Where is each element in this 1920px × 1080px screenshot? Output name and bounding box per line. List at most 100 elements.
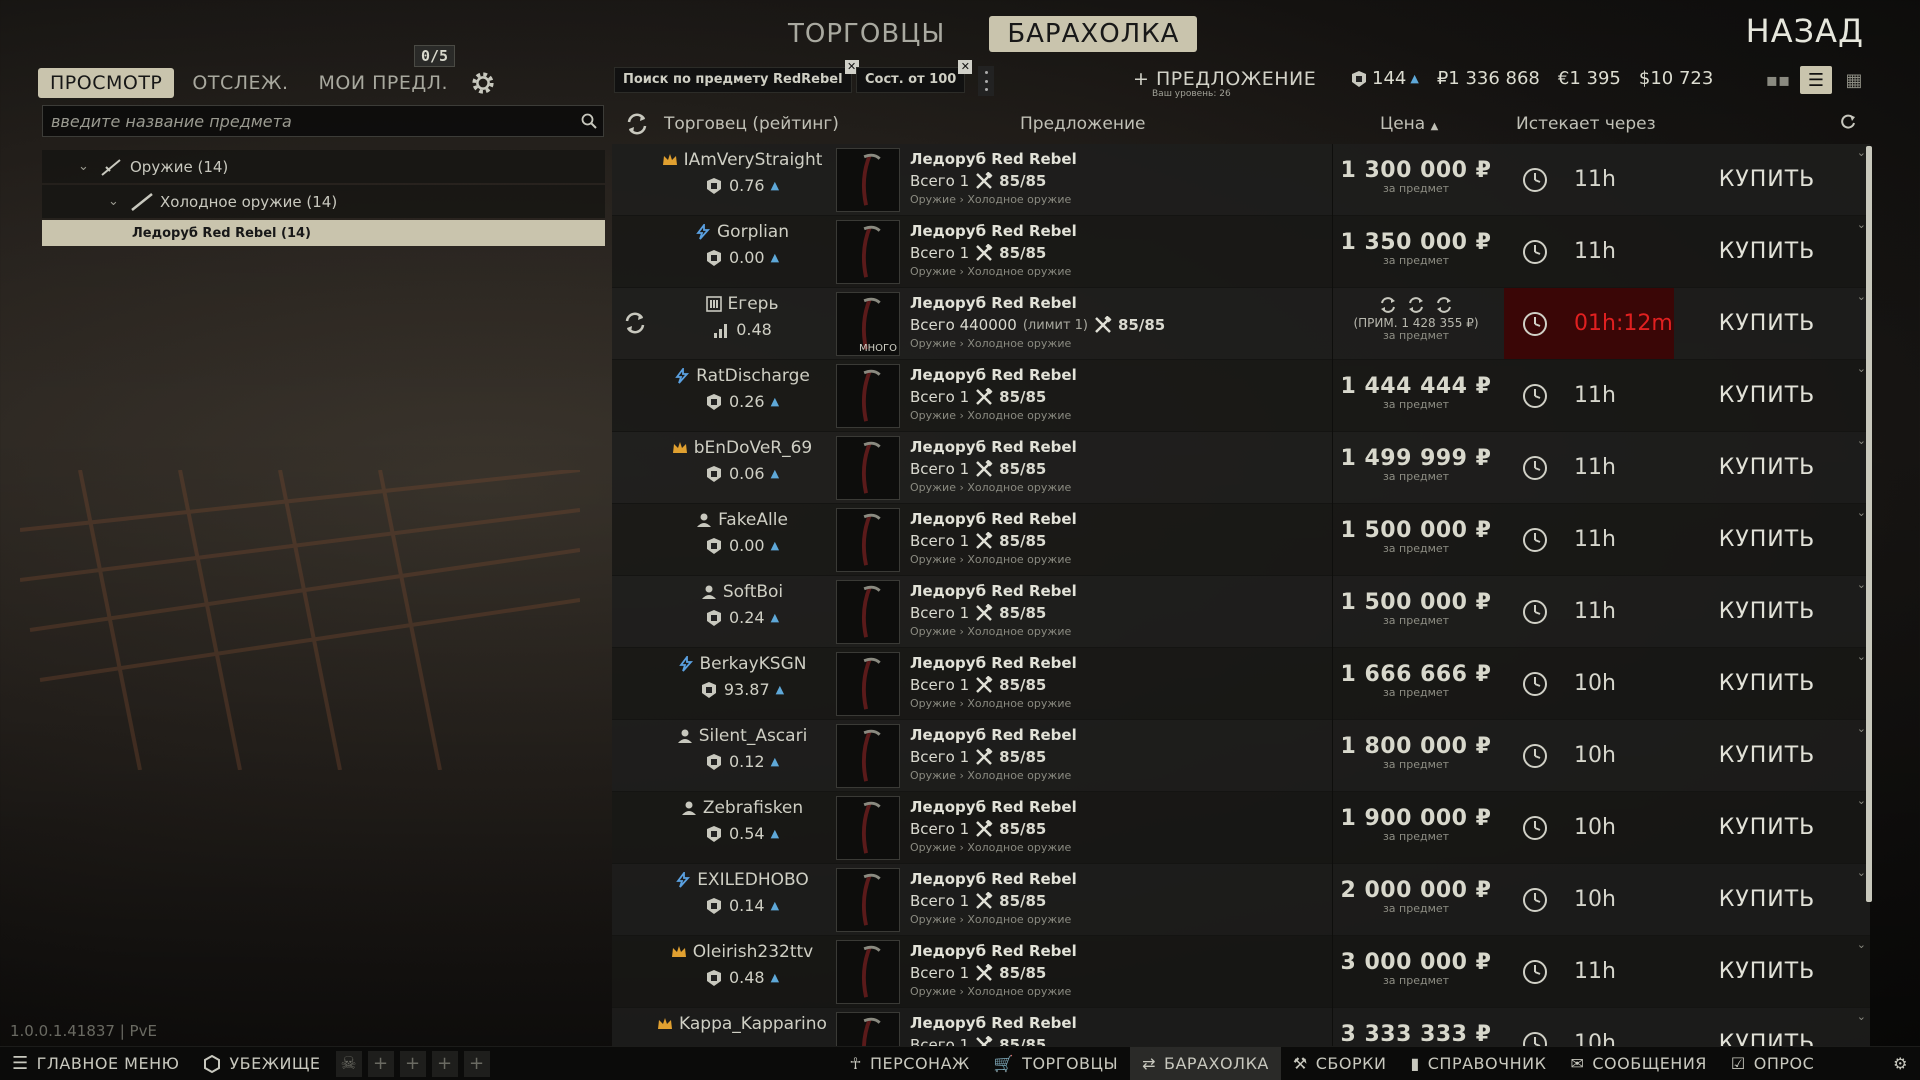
tree-item-melee[interactable]: ⌄ Холодное оружие (14) bbox=[42, 185, 605, 218]
chevron-down-icon[interactable]: ⌄ bbox=[1857, 866, 1866, 879]
tree-item-weapons[interactable]: ⌄ Оружие (14) bbox=[42, 150, 605, 183]
seller-name[interactable]: SoftBoi bbox=[652, 582, 832, 602]
chevron-down-icon[interactable]: ⌄ bbox=[1857, 722, 1866, 735]
offer-row[interactable]: Silent_Ascari 0.12 ▲ Ледоруб Red Rebel Всего… bbox=[612, 720, 1870, 792]
seller-name[interactable]: RatDischarge bbox=[652, 366, 832, 386]
seller[interactable]: IAmVeryStraight 0.76 ▲ bbox=[652, 150, 832, 195]
chevron-down-icon[interactable]: ⌄ bbox=[1857, 218, 1866, 231]
gear-icon[interactable] bbox=[468, 68, 498, 98]
item-thumbnail[interactable] bbox=[836, 652, 900, 716]
buy-button[interactable]: КУПИТЬ bbox=[1674, 720, 1860, 791]
add-slot-button[interactable]: + bbox=[463, 1050, 490, 1077]
search-icon[interactable] bbox=[575, 107, 603, 135]
seller[interactable]: SoftBoi 0.24 ▲ bbox=[652, 582, 832, 627]
seller[interactable]: FakeAlle 0.00 ▲ bbox=[652, 510, 832, 555]
chevron-down-icon[interactable]: ⌄ bbox=[78, 159, 94, 174]
seller-name[interactable]: Kappa_Kapparino bbox=[652, 1014, 832, 1034]
item-thumbnail[interactable] bbox=[836, 508, 900, 572]
seller[interactable]: Gorplian 0.00 ▲ bbox=[652, 222, 832, 267]
more-options-icon[interactable] bbox=[978, 66, 994, 96]
chevron-down-icon[interactable]: ⌄ bbox=[1857, 650, 1866, 663]
skull-icon[interactable]: ☠ bbox=[335, 1050, 362, 1077]
item-name[interactable]: Ледоруб Red Rebel bbox=[910, 510, 1330, 528]
item-thumbnail[interactable] bbox=[836, 580, 900, 644]
item-name[interactable]: Ледоруб Red Rebel bbox=[910, 654, 1330, 672]
item-name[interactable]: Ледоруб Red Rebel bbox=[910, 1014, 1330, 1032]
seller-name[interactable]: Zebrafisken bbox=[652, 798, 832, 818]
reload-icon[interactable] bbox=[1838, 112, 1858, 132]
tab-my-offers[interactable]: МОИ ПРЕДЛ. bbox=[307, 68, 461, 98]
tab-traders[interactable]: ТОРГОВЦЫ bbox=[770, 16, 963, 52]
back-button[interactable]: НАЗАД bbox=[1746, 12, 1864, 50]
tab-wishlist[interactable]: ОТСЛЕЖ. bbox=[180, 68, 300, 98]
offer-row[interactable]: RatDischarge 0.26 ▲ Ледоруб Red Rebel Всего … bbox=[612, 360, 1870, 432]
item-thumbnail[interactable] bbox=[836, 724, 900, 788]
chevron-down-icon[interactable]: ⌄ bbox=[1857, 290, 1866, 303]
item-name[interactable]: Ледоруб Red Rebel bbox=[910, 798, 1330, 816]
seller[interactable]: EXILEDHOBO 0.14 ▲ bbox=[652, 870, 832, 915]
item-name[interactable]: Ледоруб Red Rebel bbox=[910, 870, 1330, 888]
item-thumbnail[interactable] bbox=[836, 796, 900, 860]
item-name[interactable]: Ледоруб Red Rebel bbox=[910, 726, 1330, 744]
seller-name[interactable]: Oleirish232ttv bbox=[652, 942, 832, 962]
seller[interactable]: Zebrafisken 0.54 ▲ bbox=[652, 798, 832, 843]
seller-name[interactable]: Silent_Ascari bbox=[652, 726, 832, 746]
tab-flea-market[interactable]: БАРАХОЛКА bbox=[989, 16, 1198, 52]
item-name[interactable]: Ледоруб Red Rebel bbox=[910, 294, 1330, 312]
list-view-icon[interactable]: ☰ bbox=[1800, 66, 1832, 94]
refresh-icon[interactable] bbox=[624, 111, 650, 137]
column-seller[interactable]: Торговец (рейтинг) bbox=[664, 114, 839, 134]
seller[interactable]: bEnDoVeR_69 0.06 ▲ bbox=[652, 438, 832, 483]
item-name[interactable]: Ледоруб Red Rebel bbox=[910, 366, 1330, 384]
buy-button[interactable]: КУПИТЬ bbox=[1674, 288, 1860, 359]
seller[interactable]: RatDischarge 0.26 ▲ bbox=[652, 366, 832, 411]
offer-row[interactable]: BerkayKSGN 93.87 ▲ Ледоруб Red Rebel Всего 1… bbox=[612, 648, 1870, 720]
builds-button[interactable]: ⚒ СБОРКИ bbox=[1281, 1047, 1399, 1080]
buy-button[interactable]: КУПИТЬ bbox=[1674, 1008, 1860, 1046]
buy-button[interactable]: КУПИТЬ bbox=[1674, 144, 1860, 215]
add-slot-button[interactable]: + bbox=[399, 1050, 426, 1077]
offer-row[interactable]: Егерь 0.48 МНОГО Ледоруб Red Rebel Всего 440… bbox=[612, 288, 1870, 360]
traders-button[interactable]: 🛒 ТОРГОВЦЫ bbox=[982, 1047, 1130, 1080]
item-name[interactable]: Ледоруб Red Rebel bbox=[910, 582, 1330, 600]
chevron-down-icon[interactable]: ⌄ bbox=[1857, 362, 1866, 375]
settings-button[interactable]: ⚙ bbox=[1881, 1047, 1920, 1080]
chevron-down-icon[interactable]: ⌄ bbox=[1857, 794, 1866, 807]
offer-row[interactable]: Oleirish232ttv 0.48 ▲ Ледоруб Red Rebel Всег… bbox=[612, 936, 1870, 1008]
close-icon[interactable]: ✕ bbox=[958, 60, 973, 74]
offer-row[interactable]: bEnDoVeR_69 0.06 ▲ Ледоруб Red Rebel Всего 1… bbox=[612, 432, 1870, 504]
main-menu-button[interactable]: ☰ ГЛАВНОЕ МЕНЮ bbox=[0, 1047, 191, 1080]
filter-chip-search[interactable]: Поиск по предмету RedRebel ✕ bbox=[614, 60, 859, 93]
grid-view-icon[interactable]: ▦ bbox=[1838, 66, 1870, 94]
item-name[interactable]: Ледоруб Red Rebel bbox=[910, 942, 1330, 960]
item-thumbnail[interactable] bbox=[836, 148, 900, 212]
item-name[interactable]: Ледоруб Red Rebel bbox=[910, 222, 1330, 240]
offer-row[interactable]: Gorplian 0.00 ▲ Ледоруб Red Rebel Всего 1 85/… bbox=[612, 216, 1870, 288]
barter-price[interactable]: (ПРИМ. 1 428 355 ₽) за предмет bbox=[1334, 296, 1498, 342]
offer-row[interactable]: SoftBoi 0.24 ▲ Ледоруб Red Rebel Всего 1 85/8… bbox=[612, 576, 1870, 648]
offer-row[interactable]: FakeAlle 0.00 ▲ Ледоруб Red Rebel Всего 1 85/… bbox=[612, 504, 1870, 576]
chevron-down-icon[interactable]: ⌄ bbox=[1857, 1010, 1866, 1023]
chevron-down-icon[interactable]: ⌄ bbox=[1857, 506, 1866, 519]
seller[interactable]: Kappa_Kapparino bbox=[652, 1014, 832, 1034]
buy-button[interactable]: КУПИТЬ bbox=[1674, 360, 1860, 431]
seller-name[interactable]: EXILEDHOBO bbox=[652, 870, 832, 890]
item-thumbnail[interactable] bbox=[836, 364, 900, 428]
chevron-down-icon[interactable]: ⌄ bbox=[1857, 434, 1866, 447]
messages-button[interactable]: ✉ СООБЩЕНИЯ bbox=[1558, 1047, 1718, 1080]
chevron-down-icon[interactable]: ⌄ bbox=[108, 194, 124, 209]
offer-row[interactable]: IAmVeryStraight 0.76 ▲ Ледоруб Red Rebel Все… bbox=[612, 144, 1870, 216]
item-thumbnail[interactable] bbox=[836, 1012, 900, 1046]
seller[interactable]: Егерь 0.48 bbox=[652, 294, 832, 339]
chevron-down-icon[interactable]: ⌄ bbox=[1857, 938, 1866, 951]
search-input[interactable] bbox=[43, 111, 575, 131]
add-slot-button[interactable]: + bbox=[367, 1050, 394, 1077]
buy-button[interactable]: КУПИТЬ bbox=[1674, 648, 1860, 719]
seller-name[interactable]: IAmVeryStraight bbox=[652, 150, 832, 170]
buy-button[interactable]: КУПИТЬ bbox=[1674, 432, 1860, 503]
seller-name[interactable]: FakeAlle bbox=[652, 510, 832, 530]
buy-button[interactable]: КУПИТЬ bbox=[1674, 792, 1860, 863]
seller-name[interactable]: Егерь bbox=[652, 294, 832, 314]
item-thumbnail[interactable] bbox=[836, 868, 900, 932]
grid-small-icon[interactable]: ▪▪ bbox=[1762, 66, 1794, 94]
